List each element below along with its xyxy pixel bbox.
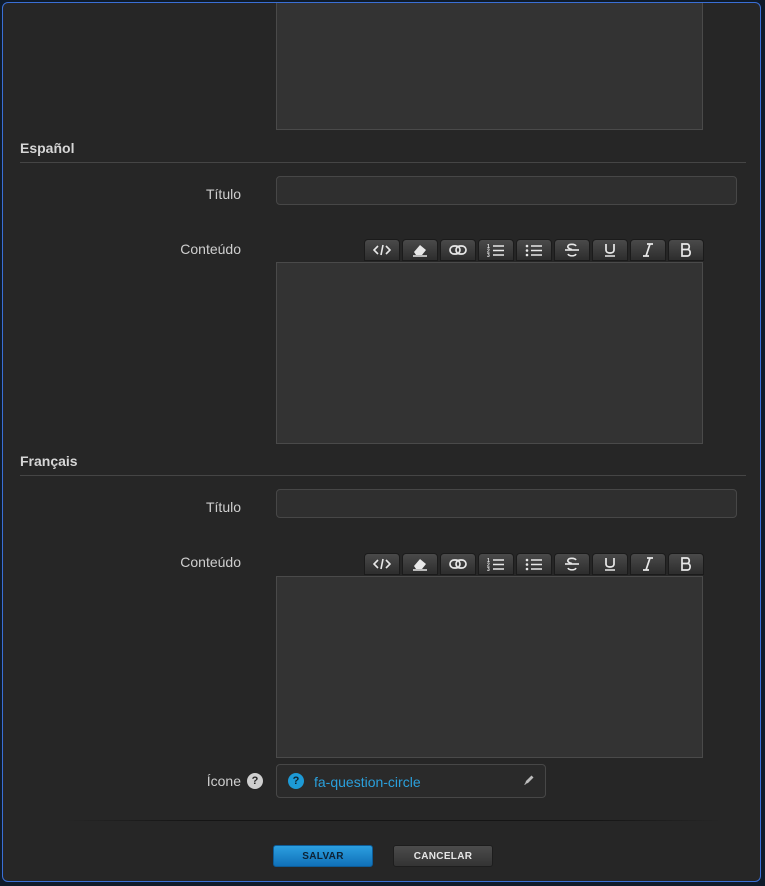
content-editor-espanol[interactable] bbox=[276, 262, 703, 444]
title-label: Título bbox=[205, 186, 241, 202]
content-label: Conteúdo bbox=[180, 554, 241, 570]
unordered-list-button[interactable] bbox=[516, 239, 552, 261]
section-divider bbox=[20, 162, 746, 163]
italic-icon bbox=[643, 557, 653, 571]
underline-icon bbox=[605, 244, 615, 257]
eraser-icon bbox=[413, 559, 427, 571]
svg-text:3: 3 bbox=[487, 253, 490, 257]
ordered-list-button[interactable]: 123 bbox=[478, 553, 514, 575]
title-label: Título bbox=[205, 499, 241, 515]
pencil-icon[interactable] bbox=[523, 774, 535, 786]
cancel-button[interactable]: CANCELAR bbox=[393, 845, 493, 867]
editor-toolbar-espanol: 123 bbox=[364, 239, 706, 261]
link-button[interactable] bbox=[440, 553, 476, 575]
icon-picker[interactable]: ? fa-question-circle bbox=[276, 764, 546, 798]
strikethrough-button[interactable] bbox=[554, 553, 590, 575]
icon-value: fa-question-circle bbox=[314, 774, 421, 790]
link-icon bbox=[449, 559, 467, 569]
strikethrough-icon bbox=[565, 243, 579, 257]
underline-icon bbox=[605, 558, 615, 571]
underline-button[interactable] bbox=[592, 553, 628, 575]
eraser-button[interactable] bbox=[402, 239, 438, 261]
italic-icon bbox=[643, 243, 653, 257]
bold-button[interactable] bbox=[668, 239, 704, 261]
ordered-list-icon: 123 bbox=[487, 558, 504, 571]
italic-button[interactable] bbox=[630, 239, 666, 261]
save-button[interactable]: SALVAR bbox=[273, 845, 373, 867]
bold-button[interactable] bbox=[668, 553, 704, 575]
content-editor-francais[interactable] bbox=[276, 576, 703, 758]
section-title-espanol: Español bbox=[20, 140, 75, 156]
editor-toolbar-francais: 123 bbox=[364, 553, 706, 575]
eraser-button[interactable] bbox=[402, 553, 438, 575]
previous-content-editor[interactable] bbox=[276, 3, 703, 130]
content-label: Conteúdo bbox=[180, 241, 241, 257]
underline-button[interactable] bbox=[592, 239, 628, 261]
code-icon bbox=[373, 558, 391, 570]
icon-label: Ícone bbox=[206, 773, 241, 789]
dialog: Español Título Conteúdo 123 Français Tít… bbox=[2, 2, 761, 882]
title-input-francais[interactable] bbox=[276, 489, 737, 518]
footer-divider bbox=[63, 820, 723, 821]
strikethrough-icon bbox=[565, 557, 579, 571]
eraser-icon bbox=[413, 245, 427, 257]
link-button[interactable] bbox=[440, 239, 476, 261]
svg-text:3: 3 bbox=[487, 567, 490, 571]
code-button[interactable] bbox=[364, 239, 400, 261]
italic-button[interactable] bbox=[630, 553, 666, 575]
help-icon[interactable]: ? bbox=[247, 773, 263, 789]
code-button[interactable] bbox=[364, 553, 400, 575]
code-icon bbox=[373, 244, 391, 256]
title-input-espanol[interactable] bbox=[276, 176, 737, 205]
strikethrough-button[interactable] bbox=[554, 239, 590, 261]
section-divider bbox=[20, 475, 746, 476]
bold-icon bbox=[681, 557, 691, 571]
section-title-francais: Français bbox=[20, 453, 78, 469]
ordered-list-icon: 123 bbox=[487, 244, 504, 257]
unordered-list-icon bbox=[525, 244, 542, 257]
link-icon bbox=[449, 245, 467, 255]
ordered-list-button[interactable]: 123 bbox=[478, 239, 514, 261]
bold-icon bbox=[681, 243, 691, 257]
question-circle-icon: ? bbox=[288, 773, 304, 789]
unordered-list-button[interactable] bbox=[516, 553, 552, 575]
unordered-list-icon bbox=[525, 558, 542, 571]
